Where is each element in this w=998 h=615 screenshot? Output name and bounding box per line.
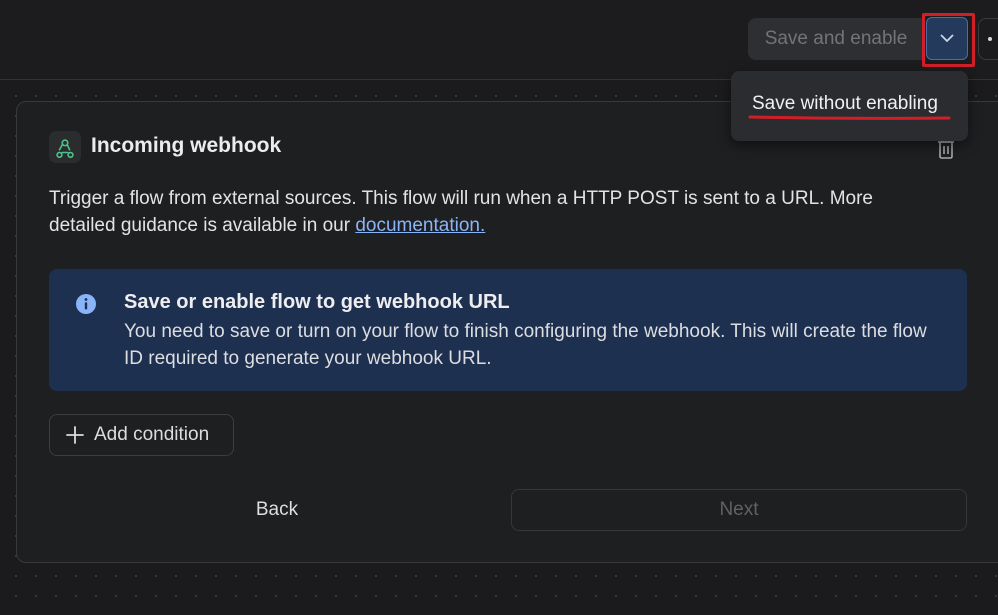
add-condition-label: Add condition — [94, 424, 210, 445]
save-and-enable-button[interactable]: Save and enable — [748, 18, 924, 60]
add-condition-button[interactable]: Add condition — [49, 414, 234, 456]
info-title: Save or enable flow to get webhook URL — [124, 291, 510, 313]
save-options-menu: Save without enabling — [731, 71, 968, 141]
webhook-icon — [49, 131, 81, 163]
trigger-title: Incoming webhook — [91, 134, 282, 157]
menu-item-save-without-enabling[interactable]: Save without enabling — [752, 93, 938, 115]
next-button[interactable]: Next — [511, 489, 967, 531]
dropdown-highlight-annotation — [922, 13, 975, 67]
underline-annotation — [748, 115, 951, 120]
more-options-icon — [988, 37, 992, 41]
info-icon — [75, 293, 97, 315]
trigger-description: Trigger a flow from external sources. Th… — [49, 185, 929, 239]
documentation-link[interactable]: documentation. — [355, 215, 485, 236]
more-options-button[interactable] — [978, 18, 998, 60]
plus-icon — [65, 425, 85, 445]
back-button[interactable]: Back — [49, 489, 505, 531]
info-body: You need to save or turn on your flow to… — [124, 321, 927, 369]
